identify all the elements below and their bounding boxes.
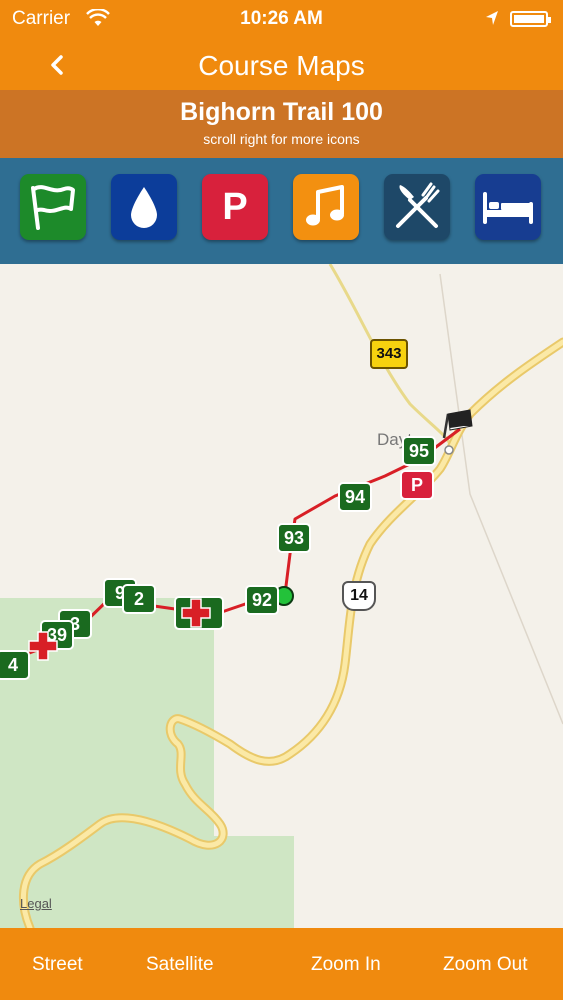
lodging-filter-button[interactable] xyxy=(475,174,541,240)
bed-icon xyxy=(483,192,533,224)
music-filter-button[interactable] xyxy=(293,174,359,240)
parking-filter-button[interactable]: P xyxy=(202,174,268,240)
scroll-hint: scroll right for more icons xyxy=(203,131,360,147)
zoom-out-button[interactable]: Zoom Out xyxy=(443,954,527,976)
mile-marker-2[interactable]: 2 xyxy=(122,584,156,614)
fork-knife-icon xyxy=(396,182,440,228)
course-map[interactable]: 343 14 Dayton 95 P 94 93 92 9 2 3 39 4 L… xyxy=(0,264,563,928)
nav-bar: Course Maps xyxy=(0,40,563,90)
race-name: Bighorn Trail 100 xyxy=(180,98,383,126)
zoom-in-button[interactable]: Zoom In xyxy=(311,954,381,976)
water-filter-button[interactable] xyxy=(111,174,177,240)
state-route-shield: 343 xyxy=(370,339,408,369)
boundary-line xyxy=(439,273,563,725)
map-toolbar: Street Satellite Zoom In Zoom Out xyxy=(0,928,563,1000)
mile-marker-93[interactable]: 93 xyxy=(277,523,311,553)
location-arrow-icon xyxy=(485,10,499,32)
mile-marker-94[interactable]: 94 xyxy=(338,482,372,512)
flag-filter-button[interactable] xyxy=(20,174,86,240)
satellite-view-button[interactable]: Satellite xyxy=(146,954,214,976)
water-drop-icon xyxy=(131,187,157,228)
status-time: 10:26 AM xyxy=(240,8,323,29)
race-header: Bighorn Trail 100 scroll right for more … xyxy=(0,90,563,158)
street-view-button[interactable]: Street xyxy=(32,954,83,976)
page-title: Course Maps xyxy=(198,50,365,81)
mile-marker-92[interactable]: 92 xyxy=(245,585,279,615)
status-bar: Carrier 10:26 AM xyxy=(0,0,563,40)
finish-flag-icon[interactable] xyxy=(440,408,476,440)
icon-filter-bar[interactable]: P xyxy=(0,158,563,264)
legal-link[interactable]: Legal xyxy=(20,896,52,911)
music-note-icon xyxy=(306,185,344,226)
mile-marker-95[interactable]: 95 xyxy=(402,436,436,466)
highway-shield: 14 xyxy=(342,581,376,611)
flag-icon xyxy=(31,185,75,230)
mile-marker-4[interactable]: 4 xyxy=(0,650,30,680)
aid-station-cross-icon xyxy=(181,598,211,628)
parking-marker[interactable]: P xyxy=(400,470,434,500)
battery-icon xyxy=(510,11,551,27)
forest-area xyxy=(214,836,294,928)
aid-station-cross-icon[interactable] xyxy=(27,630,59,662)
town-dot xyxy=(444,445,454,455)
parking-icon: P xyxy=(222,185,248,228)
food-filter-button[interactable] xyxy=(384,174,450,240)
